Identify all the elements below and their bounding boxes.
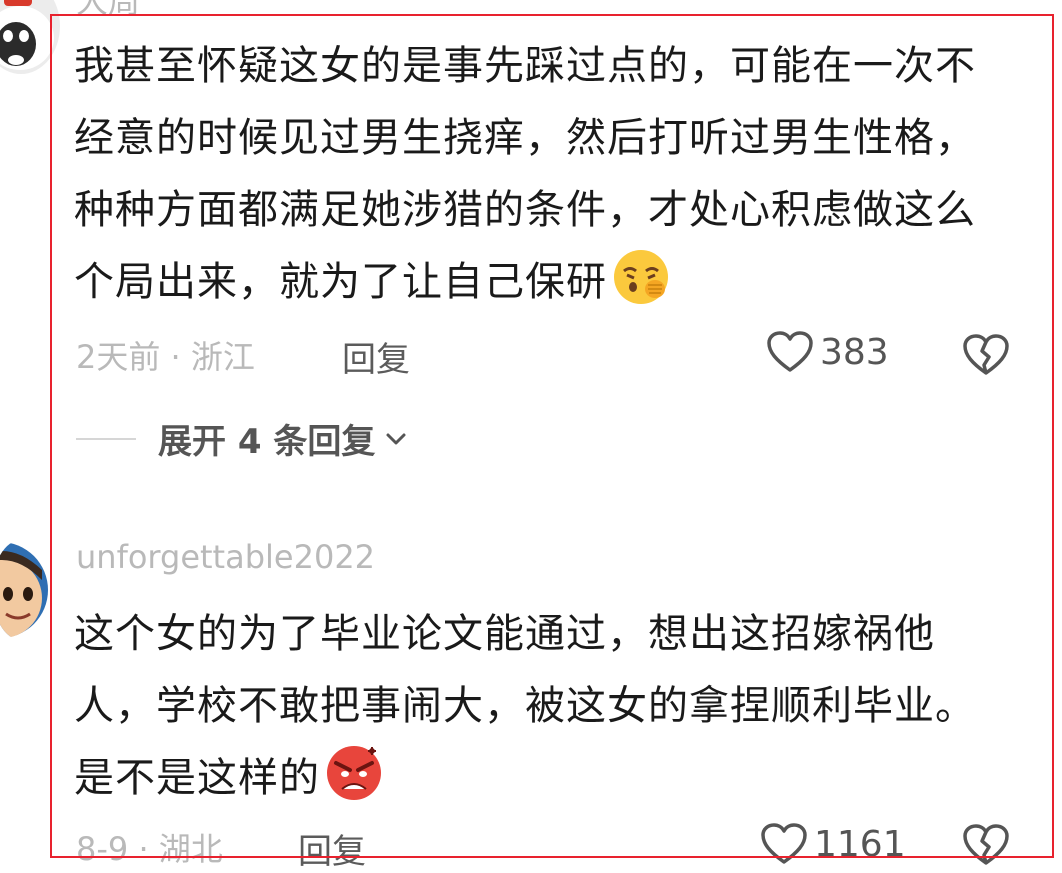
dislike-button[interactable] <box>962 333 1010 381</box>
reply-button[interactable]: 回复 <box>298 824 366 873</box>
comment-body: 我甚至怀疑这女的是事先踩过点的，可能在一次不经意的时候见过男生挠痒，然后打听过男… <box>74 43 976 305</box>
avatar[interactable] <box>0 540 50 640</box>
comment-text: 我甚至怀疑这女的是事先踩过点的，可能在一次不经意的时候见过男生挠痒，然后打听过男… <box>74 30 1014 318</box>
heart-icon <box>761 823 807 864</box>
comment-body: 这个女的为了毕业论文能通过，想出这招嫁祸他人，学校不敢把事闹大，被这女的拿捏顺利… <box>74 611 976 801</box>
username[interactable]: unforgettable2022 <box>76 538 375 576</box>
broken-heart-icon <box>963 334 1009 375</box>
heart-icon <box>767 331 813 372</box>
broken-heart-icon <box>963 824 1009 865</box>
like-button[interactable]: 383 <box>766 330 889 374</box>
expand-replies-button[interactable]: 展开 4 条回复 <box>76 414 407 463</box>
face-with-tears-and-hand-emoji <box>611 247 671 307</box>
chevron-down-icon <box>386 433 406 444</box>
reply-button[interactable]: 回复 <box>342 332 410 381</box>
like-button[interactable]: 1161 <box>760 822 906 866</box>
comment-meta: 2天前 · 浙江 <box>76 338 255 376</box>
expand-replies-label: 展开 4 条回复 <box>158 422 376 462</box>
username[interactable]: 大周 <box>76 0 140 22</box>
angry-face-emoji <box>324 743 384 803</box>
comment-meta: 8-9 · 湖北 <box>76 830 223 868</box>
comment-text: 这个女的为了毕业论文能通过，想出这招嫁祸他人，学校不敢把事闹大，被这女的拿捏顺利… <box>74 598 1014 814</box>
dislike-button[interactable] <box>962 823 1010 871</box>
divider-line <box>76 437 136 440</box>
avatar[interactable] <box>0 0 60 74</box>
like-count: 1161 <box>814 823 906 865</box>
like-count: 383 <box>820 331 889 373</box>
